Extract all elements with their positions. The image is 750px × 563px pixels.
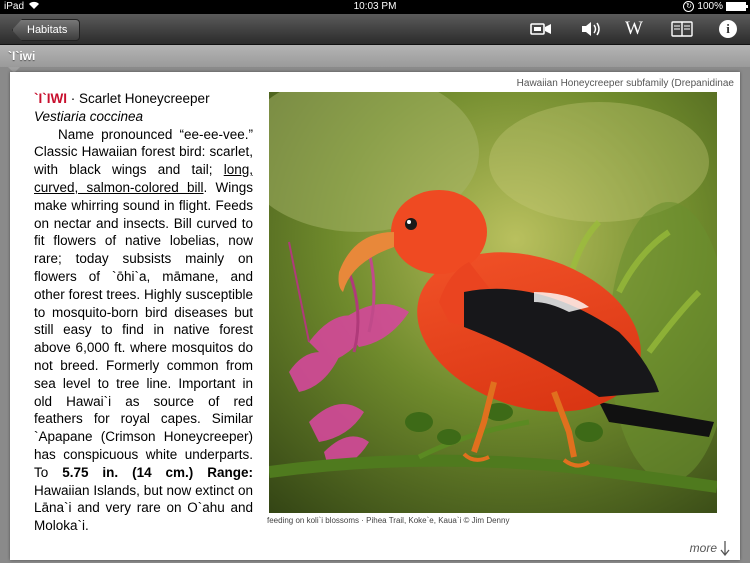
species-card: Hawaiian Honeycreeper subfamily (Drepani…: [10, 72, 740, 560]
rotation-lock-icon: ↻: [683, 1, 695, 12]
clock: 10:03 PM: [353, 1, 397, 12]
separator: ·: [67, 91, 79, 106]
battery-icon: [726, 2, 748, 11]
species-name: `I`IWI: [34, 91, 67, 106]
video-icon[interactable]: [529, 18, 553, 40]
bird-photo[interactable]: [269, 92, 717, 513]
speaker-icon[interactable]: [579, 18, 603, 40]
species-heading: `I`IWI · Scarlet Honeycreeper: [34, 90, 253, 108]
photo-caption: feeding on koli`i blossoms · Pihea Trail…: [267, 516, 510, 525]
more-label: more: [689, 541, 717, 555]
common-name: Scarlet Honeycreeper: [79, 91, 210, 106]
book-icon[interactable]: [670, 18, 694, 40]
info-icon[interactable]: i: [716, 18, 740, 40]
species-description: Name pronounced “ee-ee-vee.” Classic Haw…: [34, 126, 253, 534]
toolbar: Habitats W i: [0, 14, 750, 45]
wikipedia-icon[interactable]: W: [620, 18, 648, 40]
page-title: `I`iwi: [0, 45, 750, 73]
status-bar: iPad 10:03 PM ↻ 100%: [0, 0, 750, 14]
back-button[interactable]: Habitats: [12, 19, 81, 41]
arrow-down-icon: [720, 541, 730, 556]
more-button[interactable]: more: [690, 540, 730, 556]
subfamily-label: Hawaiian Honeycreeper subfamily (Drepani…: [516, 78, 734, 89]
species-text: `I`IWI · Scarlet Honeycreeper Vestiaria …: [34, 90, 253, 535]
scientific-name: Vestiaria coccinea: [34, 108, 144, 124]
battery-percent: 100%: [697, 1, 723, 12]
